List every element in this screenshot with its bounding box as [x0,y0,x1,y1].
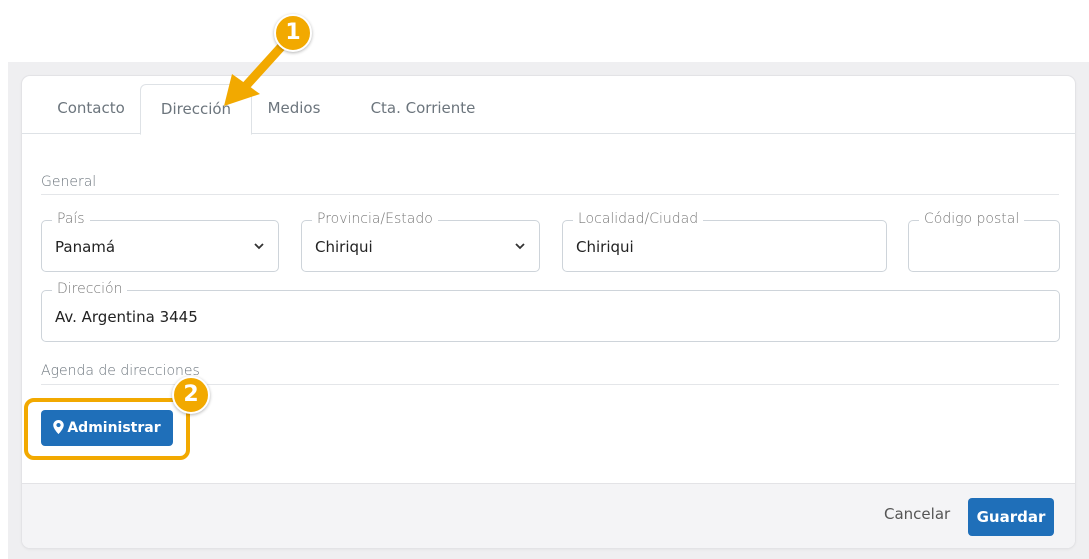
pais-value: Panamá [55,238,116,256]
codigo-postal-label: Código postal [919,211,1025,227]
dialog-footer: Cancelar Guardar [22,483,1075,548]
localidad-value: Chiriqui [576,238,634,256]
direccion-input[interactable]: Dirección Av. Argentina 3445 [41,281,1060,342]
codigo-postal-input[interactable]: Código postal [908,211,1060,272]
step-marker-1: 1 [274,14,312,52]
section-title-agenda: Agenda de direcciones [41,363,200,379]
chevron-down-icon [254,243,264,250]
localidad-input[interactable]: Localidad/Ciudad Chiriqui [562,211,887,272]
tab-contacto[interactable]: Contacto [41,84,141,133]
provincia-value: Chiriqui [315,238,373,256]
localidad-label: Localidad/Ciudad [573,211,704,227]
section-divider [41,194,1059,195]
save-button[interactable]: Guardar [968,498,1054,536]
address-dialog: Contacto Dirección Medios Cta. Corriente… [22,76,1075,548]
pais-label: País [52,211,90,227]
direccion-value: Av. Argentina 3445 [55,308,198,326]
direccion-label: Dirección [52,281,128,297]
pais-select[interactable]: País Panamá [41,211,279,272]
chevron-down-icon [515,243,525,250]
provincia-select[interactable]: Provincia/Estado Chiriqui [301,211,540,272]
highlight-box [24,398,190,460]
tab-bar: Contacto Dirección Medios Cta. Corriente [22,76,1075,135]
provincia-label: Provincia/Estado [312,211,438,227]
cancel-button[interactable]: Cancelar [884,505,950,523]
tab-cta-corriente[interactable]: Cta. Corriente [358,84,488,133]
step-marker-2: 2 [172,376,210,414]
section-title-general: General [41,174,97,190]
